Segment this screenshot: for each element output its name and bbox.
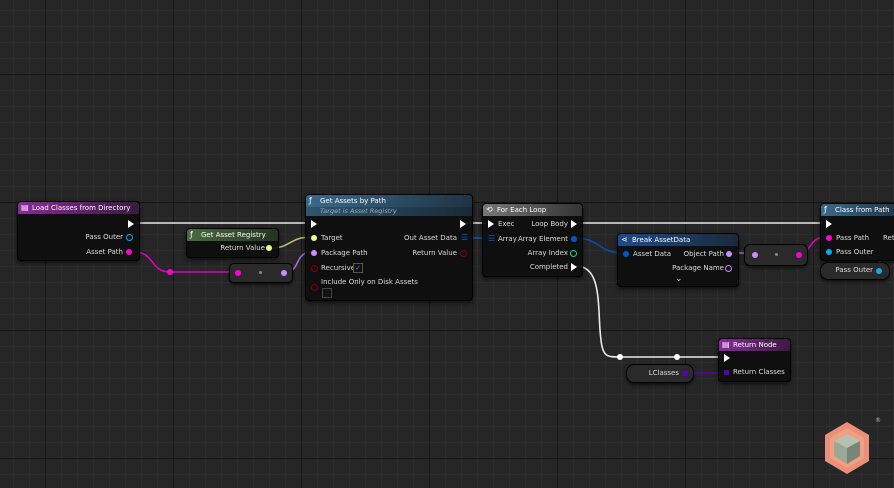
node-title: Load Classes from Directory	[32, 204, 131, 212]
registered-mark: ®	[875, 417, 881, 424]
pin-label: Package Name	[672, 264, 724, 272]
loop-body-pin[interactable]	[571, 220, 577, 228]
break-asset-data-node[interactable]: ⋖ Break AssetData Asset Data Object Path …	[617, 233, 739, 287]
pin-label: Pass Outer	[836, 248, 874, 256]
pin-label: Asset Data	[633, 250, 672, 258]
pin-label: Array	[498, 235, 517, 243]
pin-label: Return Classes	[733, 368, 785, 376]
for-each-loop-node[interactable]: ⟲ For Each Loop Exec Loop Body ☰ Array Ar…	[482, 203, 583, 277]
object-path-pin[interactable]	[726, 251, 732, 257]
function-entry-icon: ▤	[21, 203, 29, 212]
pin-label: Completed	[529, 263, 568, 271]
asset-path-pin[interactable]	[126, 249, 132, 255]
pin-label: Include Only on Disk Assets	[321, 278, 418, 286]
exec-in-pin[interactable]	[311, 220, 317, 228]
node-subtitle: Target is Asset Registry	[306, 207, 472, 216]
pin-label: Exec	[498, 220, 515, 228]
array-pin-icon[interactable]: ☰	[488, 235, 495, 243]
array-element-pin[interactable]	[571, 236, 577, 242]
pin-label: Out Asset Data	[404, 234, 457, 242]
node-title: Return Node	[733, 341, 777, 349]
return-value-pin[interactable]	[460, 250, 467, 257]
include-disk-checkbox[interactable]	[322, 288, 332, 298]
include-disk-pin[interactable]	[311, 284, 318, 291]
output-pin[interactable]	[281, 270, 287, 276]
pin-label: Pass Path	[836, 234, 870, 242]
node-title: For Each Loop	[497, 206, 547, 214]
recursive-checkbox[interactable]: ✓	[353, 263, 363, 273]
reroute-knot	[167, 269, 173, 275]
function-icon: ƒ	[824, 205, 827, 214]
package-name-pin[interactable]	[725, 265, 732, 272]
pin-label: Target	[321, 234, 343, 242]
exec-in-pin[interactable]	[724, 354, 730, 362]
reroute-knot	[674, 354, 680, 360]
asset-data-pin[interactable]	[623, 251, 629, 257]
pin-label: Pass Outer	[85, 233, 123, 241]
node-title: Break AssetData	[632, 236, 691, 244]
get-asset-registry-node[interactable]: ƒ Get Asset Registry Return Value	[186, 228, 279, 258]
output-pin[interactable]	[796, 252, 802, 258]
pin-label: Object Path	[683, 250, 724, 258]
exec-out-pin[interactable]	[460, 220, 466, 228]
variable-label: LClasses	[648, 369, 679, 377]
array-index-pin[interactable]	[570, 250, 577, 257]
exec-out-pin[interactable]	[128, 220, 134, 228]
conversion-node[interactable]	[744, 244, 808, 266]
function-icon: ƒ	[190, 230, 193, 239]
variable-label: Pass Outer	[835, 266, 873, 274]
target-pin[interactable]	[311, 235, 317, 241]
pin-label: Array Index	[527, 249, 568, 257]
pin-label: Asset Path	[86, 248, 123, 256]
recursive-pin[interactable]	[311, 265, 318, 272]
exec-in-pin[interactable]	[488, 220, 494, 228]
pin-label: Package Path	[321, 249, 368, 257]
package-path-pin[interactable]	[311, 250, 317, 256]
exec-in-pin[interactable]	[826, 220, 832, 228]
return-value-pin[interactable]	[266, 245, 272, 251]
pin-label: Recursive	[321, 264, 356, 272]
class-from-path-node[interactable]: ƒ Class from Path Pass Path Retu Pass Out…	[820, 203, 894, 261]
array-pin-icon[interactable]	[724, 370, 729, 375]
array-pin-icon[interactable]: ☰	[461, 234, 468, 242]
pass-outer-variable[interactable]: Pass Outer	[820, 262, 890, 280]
function-icon: ƒ	[309, 196, 312, 205]
input-pin[interactable]	[752, 252, 758, 258]
convert-dot	[775, 253, 778, 256]
pin-label: Loop Body	[531, 220, 568, 228]
get-assets-by-path-node[interactable]: ƒ Get Assets by Path Target is Asset Regi…	[305, 194, 473, 301]
array-pin-icon[interactable]	[683, 371, 688, 376]
convert-dot	[259, 271, 262, 274]
node-title: Get Assets by Path	[320, 197, 386, 205]
pass-outer-out-pin[interactable]	[876, 268, 882, 274]
node-title: Get Asset Registry	[201, 231, 266, 239]
pin-label: Return Value	[412, 249, 457, 257]
function-result-icon: ▤	[722, 340, 730, 349]
engine-logo	[825, 422, 869, 474]
completed-pin[interactable]	[571, 263, 577, 271]
input-pin[interactable]	[235, 270, 241, 276]
expand-chevron-icon[interactable]: ⌄	[675, 274, 683, 284]
loop-icon: ⟲	[486, 205, 493, 214]
pin-label: Retu	[883, 234, 894, 242]
reroute-knot	[617, 354, 623, 360]
conversion-node[interactable]	[229, 263, 293, 283]
pass-path-pin[interactable]	[826, 235, 832, 241]
pin-label: Return Value	[220, 244, 265, 252]
pass-outer-pin[interactable]	[826, 249, 832, 255]
node-title: Class from Path	[835, 206, 890, 214]
load-classes-node[interactable]: ▤ Load Classes from Directory Pass Outer …	[17, 201, 140, 261]
return-node[interactable]: ▤ Return Node Return Classes	[718, 338, 791, 382]
lclasses-variable[interactable]: LClasses	[626, 364, 694, 383]
pass-outer-pin[interactable]	[126, 234, 133, 241]
break-struct-icon: ⋖	[621, 235, 628, 244]
pin-label: Array Element	[517, 235, 568, 243]
